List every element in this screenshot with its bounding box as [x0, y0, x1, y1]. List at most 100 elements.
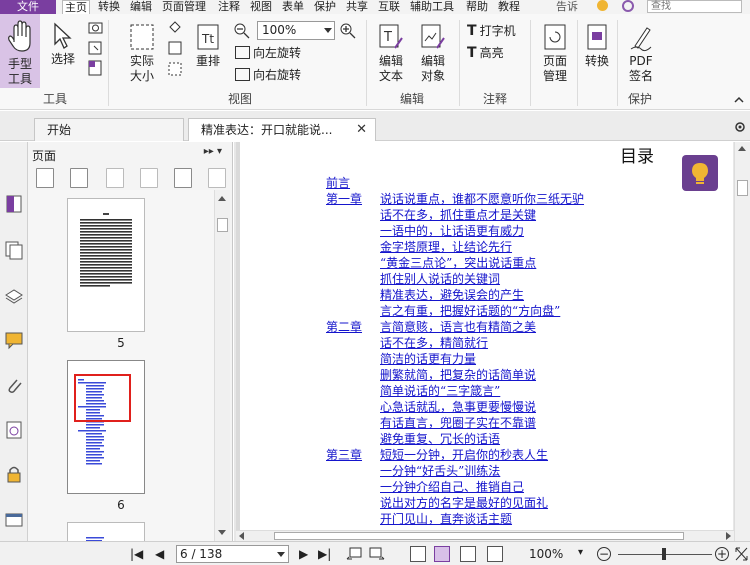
next-view-icon[interactable] — [369, 547, 385, 561]
panel-controls[interactable]: ▸▸ ▾ — [204, 146, 222, 157]
document-scrollbar[interactable] — [734, 142, 750, 541]
previous-page-icon[interactable]: ◀ — [155, 547, 164, 561]
toc-entry-link[interactable]: 话不在多，抓住重点才是关键 — [380, 208, 536, 222]
article-icon[interactable] — [4, 510, 24, 530]
toc-chapter-link[interactable]: 前言 — [326, 176, 350, 190]
menu-tutorial[interactable]: 教程 — [498, 0, 520, 14]
scroll-right-icon[interactable] — [726, 532, 731, 540]
menu-accessibility[interactable]: 辅助工具 — [410, 0, 454, 14]
toc-chapter-link[interactable]: 第三章 — [326, 448, 362, 462]
page-number-input[interactable]: 6 / 138 — [176, 545, 289, 563]
snapshot-tools-icon[interactable] — [86, 20, 104, 82]
menu-protect[interactable]: 保护 — [314, 0, 336, 14]
pages-icon[interactable] — [4, 240, 24, 260]
scrollbar-thumb[interactable] — [274, 532, 684, 540]
toc-entry-link[interactable]: 言之有重，把握好话题的“方向盘” — [380, 304, 560, 318]
gear-icon[interactable] — [734, 121, 746, 133]
toc-entry-link[interactable]: 删繁就简，把复杂的话简单说 — [380, 368, 536, 382]
continuous-view-icon[interactable] — [434, 546, 450, 562]
scroll-up-icon[interactable] — [218, 196, 226, 201]
rotate-left-button[interactable]: 向左旋转 — [235, 45, 301, 61]
toc-entry-link[interactable]: 短短一分钟，开启你的秒表人生 — [380, 448, 548, 462]
toc-entry-link[interactable]: 金字塔原理，让结论先行 — [380, 240, 512, 254]
viewport-indicator[interactable] — [74, 374, 131, 422]
edit-text-button[interactable]: T 编辑 文本 — [374, 22, 408, 84]
toc-entry-link[interactable]: 避免重复、冗长的话语 — [380, 432, 500, 446]
comments-icon[interactable] — [4, 330, 24, 350]
enlarge-thumbnail-icon[interactable] — [36, 168, 54, 188]
signature-icon[interactable] — [4, 420, 24, 440]
zoom-out-icon[interactable] — [233, 22, 251, 40]
horizontal-scrollbar[interactable] — [236, 530, 734, 541]
toc-chapter-link[interactable]: 第二章 — [326, 320, 362, 334]
single-page-view-icon[interactable] — [410, 546, 426, 562]
menu-comment[interactable]: 注释 — [218, 0, 240, 14]
thumbnail-scrollbar[interactable] — [214, 190, 230, 541]
previous-view-icon[interactable] — [346, 547, 362, 561]
toc-entry-link[interactable]: 精准表达，避免误会的产生 — [380, 288, 524, 302]
fit-tools-icon[interactable] — [166, 20, 184, 82]
layers-icon[interactable] — [4, 285, 24, 305]
toc-entry-link[interactable]: 一语中的，让话语更有威力 — [380, 224, 524, 238]
zoom-level[interactable]: 100% — [529, 547, 563, 561]
toc-entry-link[interactable]: 简洁的话更有力量 — [380, 352, 476, 366]
zoom-select[interactable]: 100% — [257, 21, 335, 40]
tab-document[interactable]: 精准表达：开口就能说... ✕ — [188, 118, 376, 141]
toc-entry-link[interactable]: 开门见山，直奔谈话主题 — [380, 512, 512, 526]
tell-me[interactable]: 告诉 — [556, 0, 578, 14]
hand-tool-button[interactable]: 手型 工具 — [0, 14, 40, 88]
menu-home[interactable]: 主页 — [62, 0, 90, 14]
close-icon[interactable]: ✕ — [356, 119, 367, 141]
page-manage-button[interactable]: 页面 管理 — [536, 22, 574, 84]
scroll-left-icon[interactable] — [239, 532, 244, 540]
bookmark-icon[interactable] — [4, 194, 24, 214]
lightbulb-badge[interactable] — [682, 155, 718, 191]
rotate-right-button[interactable]: 向右旋转 — [235, 67, 301, 83]
zoom-slider-handle[interactable] — [662, 548, 666, 560]
toc-entry-link[interactable]: 一分钟“好舌头”训练法 — [380, 464, 500, 478]
zoom-in-icon[interactable]: + — [715, 547, 729, 561]
zoom-out-icon[interactable]: − — [597, 547, 611, 561]
last-page-icon[interactable]: ▶| — [318, 547, 331, 561]
continuous-facing-view-icon[interactable] — [487, 546, 503, 562]
toc-entry-link[interactable]: 一分钟介绍自己、推销自己 — [380, 480, 524, 494]
toc-entry-link[interactable]: 话不在多，精简就行 — [380, 336, 488, 350]
typewriter-button[interactable]: T 打字机 — [467, 23, 516, 39]
lock-icon[interactable] — [4, 464, 24, 484]
page-thumbnail-5[interactable] — [67, 198, 145, 332]
reflow-button[interactable]: Tt 重排 — [193, 22, 223, 69]
menu-convert[interactable]: 转换 — [98, 0, 120, 14]
search-input[interactable]: 查找 — [647, 0, 742, 13]
zoom-dropdown-icon[interactable]: ▾ — [578, 546, 583, 560]
toc-entry-link[interactable]: “黄金三点论”，突出说话重点 — [380, 256, 536, 270]
add-page-icon[interactable] — [174, 168, 192, 188]
toc-entry-link[interactable]: 说话说重点，谁都不愿意听你三纸无驴 — [380, 192, 584, 206]
toc-entry-link[interactable]: 抓住别人说话的关键词 — [380, 272, 500, 286]
insert-page-icon[interactable] — [106, 168, 124, 188]
shrink-thumbnail-icon[interactable] — [70, 168, 88, 188]
page-thumbnail-7[interactable] — [67, 522, 145, 541]
zoom-in-icon[interactable] — [339, 22, 357, 40]
menu-edit[interactable]: 编辑 — [130, 0, 152, 14]
convert-button[interactable]: 转换 — [581, 22, 613, 69]
scrollbar-thumb[interactable] — [737, 180, 748, 196]
tab-start[interactable]: 开始 — [34, 118, 184, 141]
actual-size-button[interactable]: 实际 大小 — [124, 22, 160, 84]
toc-entry-link[interactable]: 说出对方的名字是最好的见面礼 — [380, 496, 548, 510]
toc-entry-link[interactable]: 言简意赅，语言也有精简之美 — [380, 320, 536, 334]
menu-view[interactable]: 视图 — [250, 0, 272, 14]
menu-connect[interactable]: 互联 — [378, 0, 400, 14]
highlight-button[interactable]: T 高亮 — [467, 45, 504, 61]
toc-entry-link[interactable]: 简单说话的“三字箴言” — [380, 384, 500, 398]
scroll-up-icon[interactable] — [738, 146, 746, 151]
attachment-icon[interactable] — [4, 375, 24, 395]
lightbulb-icon[interactable] — [597, 0, 608, 11]
page-thumbnail-6[interactable] — [67, 360, 145, 494]
toc-entry-link[interactable]: 有话直言，兜圈子实在不靠谱 — [380, 416, 536, 430]
account-icon[interactable] — [622, 0, 634, 12]
menu-page-manage[interactable]: 页面管理 — [162, 0, 206, 14]
menu-share[interactable]: 共享 — [346, 0, 368, 14]
facing-view-icon[interactable] — [460, 546, 476, 562]
file-menu[interactable]: 文件 — [0, 0, 56, 14]
toc-chapter-link[interactable]: 第一章 — [326, 192, 362, 206]
